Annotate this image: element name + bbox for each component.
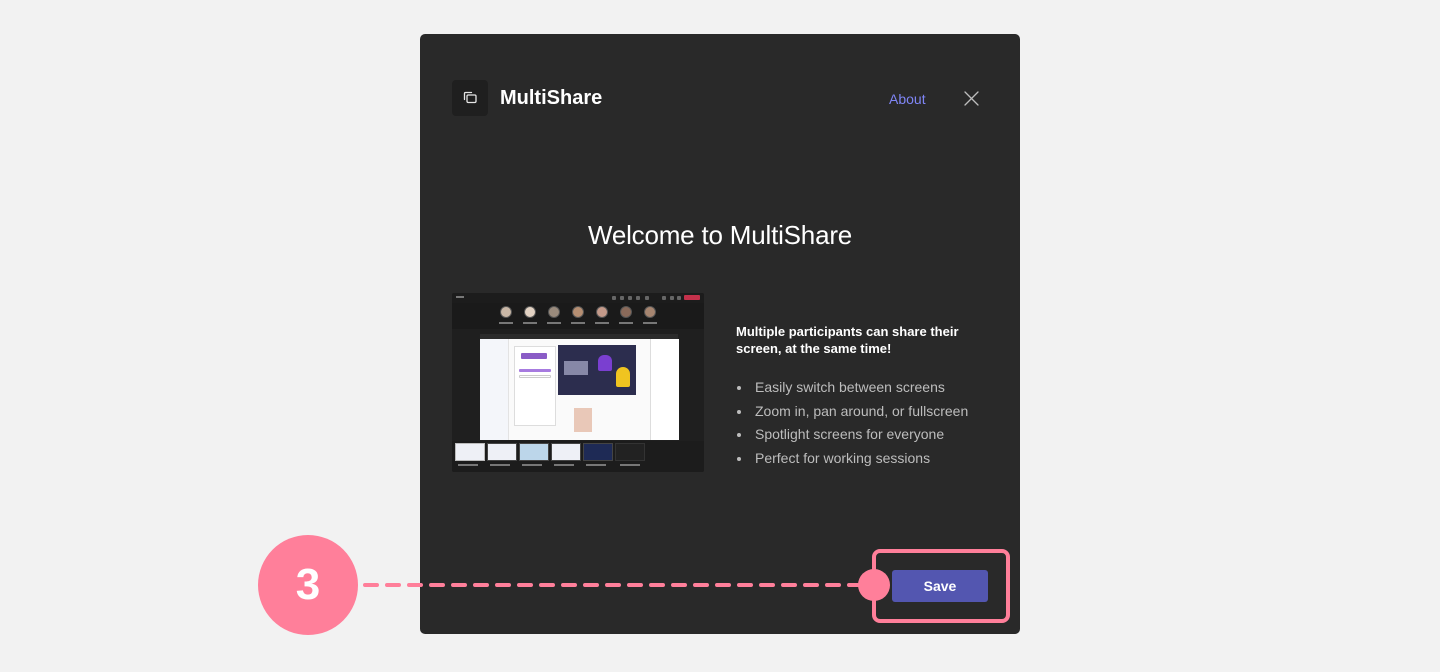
close-icon [964,91,979,106]
preview-card-button [519,375,551,378]
preview-stage-bar [480,334,678,339]
preview-card-logo [521,353,547,359]
feature-item: Zoom in, pan around, or fullscreen [736,400,968,424]
preview-name [619,322,633,324]
preview-thumb-label [522,464,542,466]
feature-heading: Multiple participants can share their sc… [736,324,959,356]
preview-tool-icon [620,296,624,300]
welcome-title: Welcome to MultiShare [587,220,853,250]
preview-tool-icon [636,296,640,300]
preview-tool-icon [628,296,632,300]
preview-hero-shape [598,355,612,371]
annotation-connector [363,583,868,587]
preview-hero-portrait [616,367,630,387]
preview-hero [558,345,636,395]
feature-item: Spotlight screens for everyone [736,423,968,447]
preview-avatar [644,306,656,318]
close-button[interactable] [962,89,981,108]
feature-list: Easily switch between screens Zoom in, p… [736,376,968,470]
app-icon-tile [452,80,488,116]
preview-card-button [519,369,551,372]
preview-thumbnail [519,443,549,461]
preview-right-panel [650,339,679,440]
preview-thumb-label [586,464,606,466]
preview-name [523,322,537,324]
about-link[interactable]: About [889,90,926,108]
preview-brand [456,296,464,298]
feature-item: Perfect for working sessions [736,447,968,471]
preview-avatar [500,306,512,318]
preview-thumb-label [458,464,478,466]
multishare-dialog: MultiShare About Welcome to MultiShare M… [420,34,1020,634]
preview-name [571,322,585,324]
preview-name [595,322,609,324]
preview-avatar [548,306,560,318]
preview-tool-icon [670,296,674,300]
preview-tool-icon [645,296,649,300]
preview-avatar [596,306,608,318]
preview-tool-icon [677,296,681,300]
preview-name [547,322,561,324]
multishare-icon [463,91,477,104]
preview-thumbnail-empty [615,443,645,461]
preview-shared-screen [480,334,679,440]
preview-tool-icon [612,296,616,300]
preview-name [499,322,513,324]
preview-thumbnail [583,443,613,461]
preview-thumb-label [620,464,640,466]
annotation-highlight-box [872,549,1010,623]
app-title: MultiShare [500,87,603,109]
feature-item: Easily switch between screens [736,376,968,400]
preview-thumbnail-strip [452,441,704,472]
preview-photo [574,408,592,432]
preview-thumbnail [551,443,581,461]
preview-leave-button [684,295,700,300]
annotation-connector-dot [858,569,890,601]
preview-name [643,322,657,324]
preview-image [452,293,704,472]
preview-hero-text [564,361,588,375]
preview-thumb-label [490,464,510,466]
annotation-step-badge: 3 [258,535,358,635]
preview-thumb-label [554,464,574,466]
preview-topbar [452,293,704,303]
preview-avatar [572,306,584,318]
preview-left-nav [480,339,509,440]
preview-avatar [620,306,632,318]
preview-avatar [524,306,536,318]
preview-thumbnail [487,443,517,461]
preview-card [514,346,556,426]
preview-thumbnail [455,443,485,461]
preview-tool-icon [662,296,666,300]
